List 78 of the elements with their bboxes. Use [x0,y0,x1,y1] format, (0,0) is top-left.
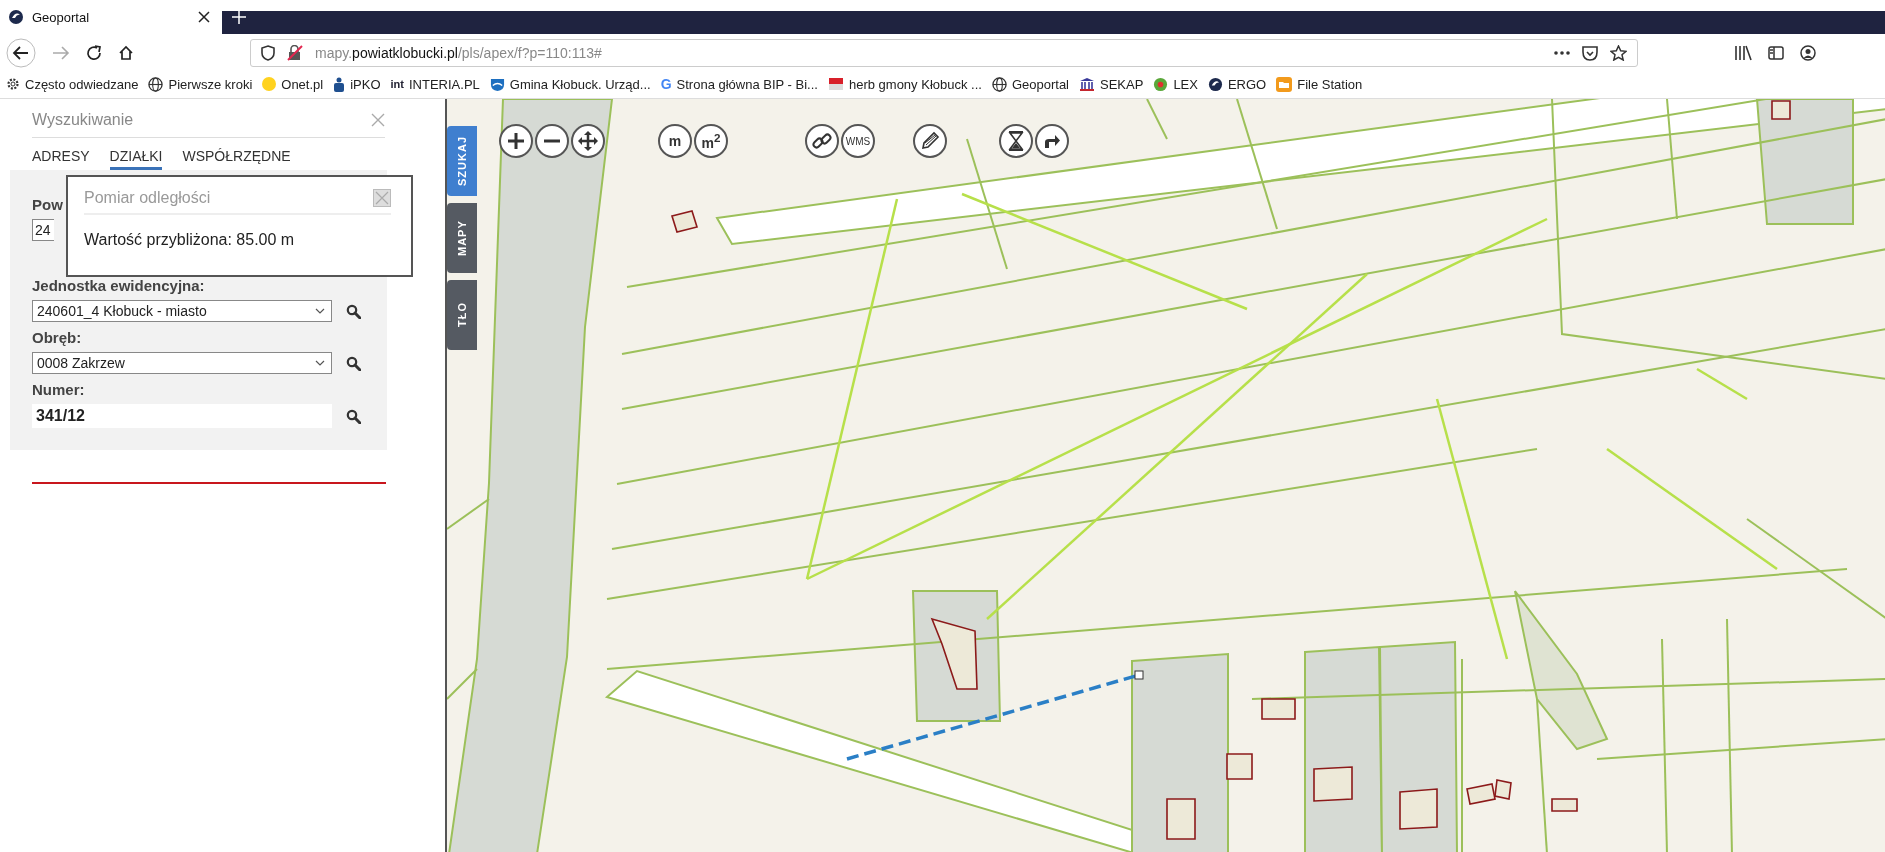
ball-icon [1153,76,1169,92]
bookmark-item[interactable]: ERGO [1207,76,1267,92]
library-icon[interactable] [1734,45,1752,61]
field-label: Pow [32,196,63,213]
bookmark-item[interactable]: Gmina Kłobuck. Urząd... [489,76,651,92]
bookmark-item[interactable]: Onet.pl [262,76,324,92]
bookmark-item[interactable]: SEKAP [1079,76,1144,92]
bookmark-item[interactable]: int INTERIA.PL [390,76,480,92]
building-outline [1166,798,1196,840]
plus-icon [507,132,525,150]
reload-icon[interactable] [86,45,102,61]
star-icon[interactable] [1610,45,1627,61]
bookmark-item[interactable]: Pierwsze kroki [148,76,253,92]
new-tab-icon[interactable] [232,10,246,24]
search-icon[interactable] [346,408,361,424]
flag-icon [827,77,844,91]
site-logo-icon [8,9,24,25]
arrow-icon [1043,133,1061,149]
field-label: Jednostka ewidencyjna: [32,277,205,294]
field-label: Obręb: [32,329,82,346]
select-field[interactable]: 240601_4 Kłobuck - miasto [32,300,332,322]
building-outline [671,210,698,233]
link-icon [812,131,832,151]
shield-icon [489,76,505,92]
measure-result: Wartość przybliżona: 85.00 m [84,231,296,249]
side-tab[interactable]: TŁO [447,280,477,350]
popup-title: Pomiar odległości [84,189,211,207]
shield-icon [261,45,275,61]
input-field[interactable]: 341/12 [32,404,332,428]
search-icon[interactable] [346,303,361,319]
bookmark-item[interactable]: LEX [1153,76,1198,92]
close-icon[interactable] [198,11,210,23]
chevron-down-icon [315,308,325,314]
building-outline [1261,698,1296,720]
side-tab[interactable]: SZUKAJ [447,126,477,196]
building-outline [1551,798,1578,812]
sidebar-icon[interactable] [1768,46,1784,60]
bookmark-item[interactable]: File Station [1276,76,1363,92]
bookmark-item[interactable]: iPKO [333,76,381,92]
dot-icon [262,77,277,91]
bookmark-item[interactable]: G Strona główna BIP - Bi... [660,76,818,92]
home-icon[interactable] [118,45,134,61]
gear-icon [6,77,20,91]
url-text: mapy.powiatklobucki.pl/pls/apex/f?p=110:113# [315,45,602,61]
search-tab[interactable]: WSPÓŁRZĘDNE [182,148,291,170]
select-field[interactable]: 0008 Zakrzew [32,352,332,374]
swirl-icon [1207,76,1223,92]
building-outline [1771,100,1791,120]
globe-icon [148,76,164,92]
insecure-lock-icon [287,45,303,61]
figure-icon [333,76,346,92]
move-arrows-icon [578,131,598,151]
bookmark-item[interactable]: Geoportal [991,76,1069,92]
bookmark-item[interactable]: Często odwiedzane [6,76,139,92]
building-outline [1313,766,1353,802]
back-icon[interactable] [6,38,36,68]
account-icon[interactable] [1800,45,1816,61]
hourglass-icon [1007,131,1025,151]
building-icon [1079,76,1095,92]
search-icon[interactable] [346,355,361,371]
logo-text: G [660,76,672,92]
building-outline [1399,788,1438,830]
address-bar[interactable]: mapy.powiatklobucki.pl/pls/apex/f?p=110:113# [250,39,1638,67]
pencil-icon [920,131,940,151]
field-label: Numer: [32,381,85,398]
side-tab[interactable]: MAPY [447,203,477,273]
globe-icon [991,76,1007,92]
chevron-down-icon [315,360,325,366]
pocket-icon[interactable] [1582,45,1598,61]
minus-icon [543,139,561,143]
bookmark-item[interactable]: herb gmony Kłobuck ... [827,76,982,92]
input-field[interactable]: 24 [32,219,54,241]
logo-text: int [390,78,404,90]
more-icon[interactable] [1554,51,1570,55]
panel-title: Wyszukiwanie [32,111,134,129]
folder-icon [1276,76,1293,92]
search-tab[interactable]: ADRESY [32,148,90,170]
building-outline [1226,753,1253,780]
